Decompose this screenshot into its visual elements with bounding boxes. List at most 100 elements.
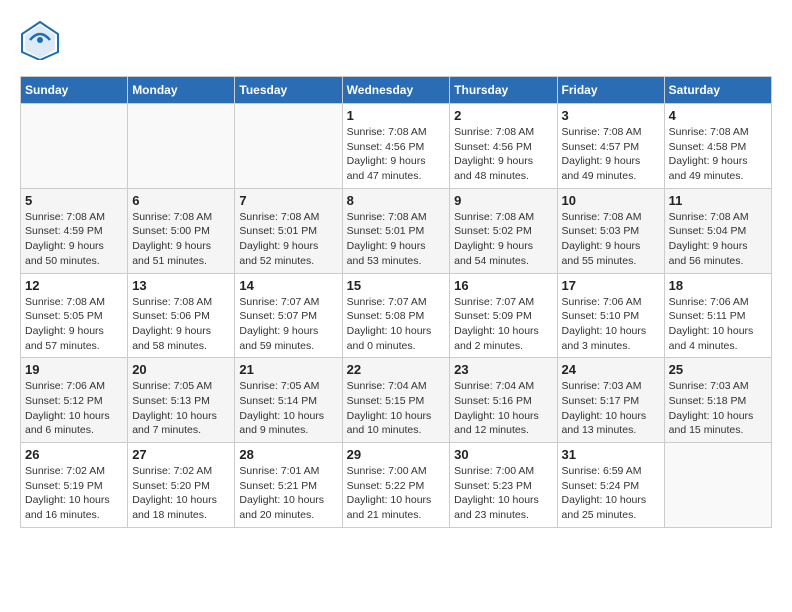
calendar-cell: 27 Sunrise: 7:02 AM Sunset: 5:20 PM Dayli… (128, 443, 235, 528)
day-info: Sunrise: 7:08 AM Sunset: 4:58 PM Dayligh… (669, 125, 767, 184)
day-number: 20 (132, 362, 230, 377)
day-info: Sunrise: 7:04 AM Sunset: 5:15 PM Dayligh… (347, 379, 446, 438)
day-number: 26 (25, 447, 123, 462)
calendar-week-row: 5Sunrise: 7:08 AM Sunset: 4:59 PM Daylig… (21, 188, 772, 273)
calendar-cell: 7 Sunrise: 7:08 AM Sunset: 5:01 PM Daylig… (235, 188, 342, 273)
day-info: Sunrise: 7:01 AM Sunset: 5:21 PM Dayligh… (239, 464, 337, 523)
calendar-cell: 19 Sunrise: 7:06 AM Sunset: 5:12 PM Dayli… (21, 358, 128, 443)
day-number: 5 (25, 193, 123, 208)
day-number: 7 (239, 193, 337, 208)
calendar-cell: 14 Sunrise: 7:07 AM Sunset: 5:07 PM Dayli… (235, 273, 342, 358)
logo (20, 20, 66, 60)
day-info: Sunrise: 7:08 AM Sunset: 5:00 PM Dayligh… (132, 210, 230, 269)
day-number: 18 (669, 278, 767, 293)
calendar-cell: 20 Sunrise: 7:05 AM Sunset: 5:13 PM Dayli… (128, 358, 235, 443)
day-number: 12 (25, 278, 123, 293)
calendar-cell (128, 104, 235, 189)
day-number: 31 (562, 447, 660, 462)
day-info: Sunrise: 7:07 AM Sunset: 5:07 PM Dayligh… (239, 295, 337, 354)
calendar-cell: 11Sunrise: 7:08 AM Sunset: 5:04 PM Dayli… (664, 188, 771, 273)
weekday-header: Friday (557, 77, 664, 104)
calendar-cell: 31 Sunrise: 6:59 AM Sunset: 5:24 PM Dayli… (557, 443, 664, 528)
calendar-cell: 22 Sunrise: 7:04 AM Sunset: 5:15 PM Dayli… (342, 358, 450, 443)
calendar-week-row: 19 Sunrise: 7:06 AM Sunset: 5:12 PM Dayli… (21, 358, 772, 443)
calendar-cell: 10 Sunrise: 7:08 AM Sunset: 5:03 PM Dayli… (557, 188, 664, 273)
day-info: Sunrise: 7:08 AM Sunset: 5:01 PM Dayligh… (239, 210, 337, 269)
calendar-cell: 16 Sunrise: 7:07 AM Sunset: 5:09 PM Dayli… (450, 273, 557, 358)
day-info: Sunrise: 7:06 AM Sunset: 5:10 PM Dayligh… (562, 295, 660, 354)
day-number: 3 (562, 108, 660, 123)
calendar-week-row: 1 Sunrise: 7:08 AM Sunset: 4:56 PM Daylig… (21, 104, 772, 189)
day-info: Sunrise: 7:03 AM Sunset: 5:17 PM Dayligh… (562, 379, 660, 438)
logo-icon (20, 20, 60, 60)
day-info: Sunrise: 7:08 AM Sunset: 5:06 PM Dayligh… (132, 295, 230, 354)
calendar-week-row: 26 Sunrise: 7:02 AM Sunset: 5:19 PM Dayli… (21, 443, 772, 528)
day-info: Sunrise: 7:00 AM Sunset: 5:23 PM Dayligh… (454, 464, 552, 523)
day-info: Sunrise: 7:05 AM Sunset: 5:13 PM Dayligh… (132, 379, 230, 438)
day-info: Sunrise: 6:59 AM Sunset: 5:24 PM Dayligh… (562, 464, 660, 523)
day-number: 19 (25, 362, 123, 377)
day-number: 25 (669, 362, 767, 377)
day-number: 28 (239, 447, 337, 462)
calendar-cell: 28 Sunrise: 7:01 AM Sunset: 5:21 PM Dayli… (235, 443, 342, 528)
day-number: 23 (454, 362, 552, 377)
calendar-cell: 29 Sunrise: 7:00 AM Sunset: 5:22 PM Dayli… (342, 443, 450, 528)
day-number: 9 (454, 193, 552, 208)
day-number: 6 (132, 193, 230, 208)
day-info: Sunrise: 7:05 AM Sunset: 5:14 PM Dayligh… (239, 379, 337, 438)
day-info: Sunrise: 7:08 AM Sunset: 5:02 PM Dayligh… (454, 210, 552, 269)
calendar-cell: 5Sunrise: 7:08 AM Sunset: 4:59 PM Daylig… (21, 188, 128, 273)
day-info: Sunrise: 7:08 AM Sunset: 4:57 PM Dayligh… (562, 125, 660, 184)
day-info: Sunrise: 7:07 AM Sunset: 5:09 PM Dayligh… (454, 295, 552, 354)
day-number: 4 (669, 108, 767, 123)
weekday-header: Wednesday (342, 77, 450, 104)
weekday-header: Saturday (664, 77, 771, 104)
calendar-cell: 3 Sunrise: 7:08 AM Sunset: 4:57 PM Daylig… (557, 104, 664, 189)
day-number: 27 (132, 447, 230, 462)
calendar-cell: 1 Sunrise: 7:08 AM Sunset: 4:56 PM Daylig… (342, 104, 450, 189)
day-info: Sunrise: 7:08 AM Sunset: 4:56 PM Dayligh… (347, 125, 446, 184)
day-info: Sunrise: 7:08 AM Sunset: 5:03 PM Dayligh… (562, 210, 660, 269)
day-number: 22 (347, 362, 446, 377)
day-number: 10 (562, 193, 660, 208)
day-number: 8 (347, 193, 446, 208)
day-info: Sunrise: 7:03 AM Sunset: 5:18 PM Dayligh… (669, 379, 767, 438)
weekday-header: Sunday (21, 77, 128, 104)
day-info: Sunrise: 7:06 AM Sunset: 5:11 PM Dayligh… (669, 295, 767, 354)
calendar-week-row: 12 Sunrise: 7:08 AM Sunset: 5:05 PM Dayli… (21, 273, 772, 358)
calendar-cell (664, 443, 771, 528)
calendar: SundayMondayTuesdayWednesdayThursdayFrid… (20, 76, 772, 528)
day-info: Sunrise: 7:00 AM Sunset: 5:22 PM Dayligh… (347, 464, 446, 523)
calendar-cell: 13 Sunrise: 7:08 AM Sunset: 5:06 PM Dayli… (128, 273, 235, 358)
calendar-cell: 26 Sunrise: 7:02 AM Sunset: 5:19 PM Dayli… (21, 443, 128, 528)
calendar-cell: 9 Sunrise: 7:08 AM Sunset: 5:02 PM Daylig… (450, 188, 557, 273)
calendar-cell: 25 Sunrise: 7:03 AM Sunset: 5:18 PM Dayli… (664, 358, 771, 443)
day-info: Sunrise: 7:08 AM Sunset: 5:01 PM Dayligh… (347, 210, 446, 269)
day-number: 13 (132, 278, 230, 293)
page-header (20, 20, 772, 60)
day-number: 15 (347, 278, 446, 293)
day-number: 30 (454, 447, 552, 462)
day-info: Sunrise: 7:02 AM Sunset: 5:20 PM Dayligh… (132, 464, 230, 523)
day-number: 17 (562, 278, 660, 293)
calendar-cell: 18 Sunrise: 7:06 AM Sunset: 5:11 PM Dayli… (664, 273, 771, 358)
calendar-cell: 6 Sunrise: 7:08 AM Sunset: 5:00 PM Daylig… (128, 188, 235, 273)
calendar-cell: 24Sunrise: 7:03 AM Sunset: 5:17 PM Dayli… (557, 358, 664, 443)
weekday-header: Thursday (450, 77, 557, 104)
calendar-cell: 15 Sunrise: 7:07 AM Sunset: 5:08 PM Dayli… (342, 273, 450, 358)
day-info: Sunrise: 7:08 AM Sunset: 4:56 PM Dayligh… (454, 125, 552, 184)
day-number: 29 (347, 447, 446, 462)
weekday-header: Monday (128, 77, 235, 104)
day-number: 16 (454, 278, 552, 293)
day-info: Sunrise: 7:06 AM Sunset: 5:12 PM Dayligh… (25, 379, 123, 438)
weekday-header: Tuesday (235, 77, 342, 104)
calendar-header-row: SundayMondayTuesdayWednesdayThursdayFrid… (21, 77, 772, 104)
day-info: Sunrise: 7:07 AM Sunset: 5:08 PM Dayligh… (347, 295, 446, 354)
calendar-cell: 17 Sunrise: 7:06 AM Sunset: 5:10 PM Dayli… (557, 273, 664, 358)
day-info: Sunrise: 7:02 AM Sunset: 5:19 PM Dayligh… (25, 464, 123, 523)
day-number: 1 (347, 108, 446, 123)
calendar-cell: 4 Sunrise: 7:08 AM Sunset: 4:58 PM Daylig… (664, 104, 771, 189)
calendar-cell (235, 104, 342, 189)
day-info: Sunrise: 7:08 AM Sunset: 5:05 PM Dayligh… (25, 295, 123, 354)
day-number: 14 (239, 278, 337, 293)
